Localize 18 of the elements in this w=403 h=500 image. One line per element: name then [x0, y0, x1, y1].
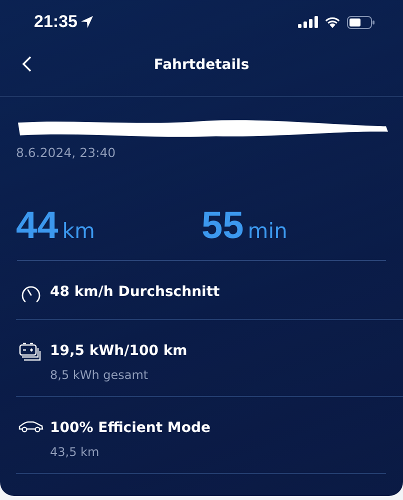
clock: 21:35: [34, 12, 78, 32]
screen-title: Fahrtdetails: [154, 57, 250, 73]
stat-value: 44: [16, 204, 58, 248]
detail-subtitle: 43,5 km: [50, 445, 100, 459]
detail-title: 100% Efficient Mode: [50, 420, 210, 436]
stat-unit: min: [248, 219, 288, 243]
wifi-icon: [324, 16, 341, 28]
car-icon: [18, 419, 44, 433]
detail-subtitle: 8,5 kWh gesamt: [50, 368, 150, 382]
location-arrow-icon: [80, 15, 94, 29]
signal-icon: [298, 16, 318, 28]
stat-value: 55: [202, 204, 244, 248]
detail-title: 19,5 kWh/100 km: [50, 343, 188, 359]
trip-date: 8.6.2024, 23:40: [16, 145, 117, 160]
battery-icon: [347, 16, 375, 28]
battery-stack-icon: [19, 342, 43, 362]
stat-unit: km: [62, 219, 95, 243]
detail-title: 48 km/h Durchschnitt: [50, 284, 220, 300]
